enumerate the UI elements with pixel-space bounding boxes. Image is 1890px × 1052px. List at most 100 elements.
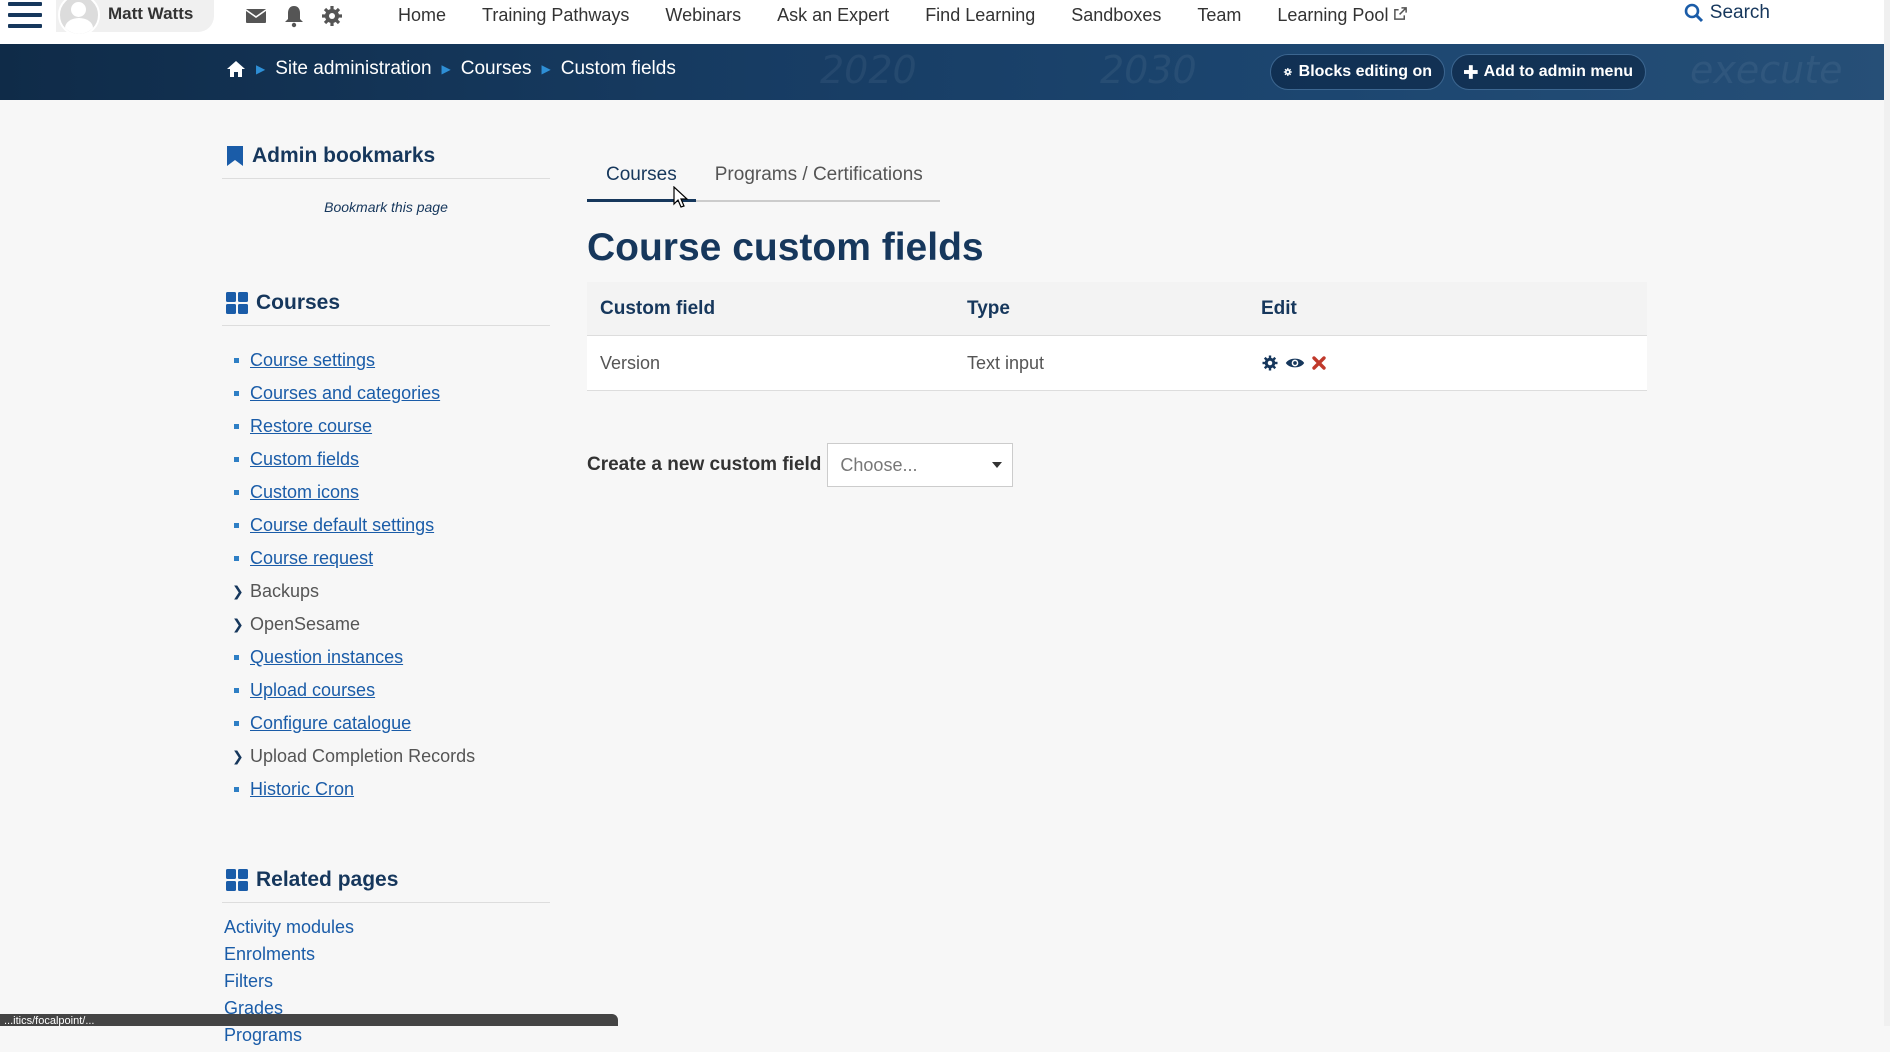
chevron-right-icon: ❯ [232, 616, 244, 632]
banner-decoration: 2030 [1100, 48, 1197, 92]
breadcrumb-separator-icon: ▶ [441, 62, 451, 76]
bullet-icon [234, 490, 239, 495]
sidebar-item-upload-courses[interactable]: Upload courses [250, 680, 375, 701]
sidebar-item-course-default-settings[interactable]: Course default settings [250, 515, 434, 536]
list-item: Custom icons [232, 476, 550, 509]
avatar[interactable] [58, 0, 100, 36]
bullet-icon [234, 556, 239, 561]
bullet-icon [234, 391, 239, 396]
column-header-type: Type [954, 282, 1248, 336]
nav-home[interactable]: Home [380, 0, 464, 30]
tab-bar: Courses Programs / Certifications [587, 150, 940, 202]
bullet-icon [234, 688, 239, 693]
home-icon[interactable] [226, 60, 246, 78]
list-item: Course request [232, 542, 550, 575]
breadcrumb-courses[interactable]: Courses [461, 58, 532, 80]
blocks-editing-button[interactable]: Blocks editing on [1270, 54, 1445, 90]
sidebar-item-backups[interactable]: ❯ Backups [232, 575, 550, 608]
settings-gear-icon[interactable] [1261, 354, 1279, 372]
sidebar-item-question-instances[interactable]: Question instances [250, 647, 403, 668]
create-custom-field-select[interactable]: Choose... [827, 443, 1014, 487]
external-link-icon [1394, 7, 1408, 20]
nav-training-pathways[interactable]: Training Pathways [464, 0, 647, 30]
list-item: Question instances [232, 641, 550, 674]
menu-icon[interactable] [8, 2, 42, 30]
sidebar-item-upload-completion-records[interactable]: ❯ Upload Completion Records [232, 740, 550, 773]
breadcrumb-site-administration[interactable]: Site administration [275, 58, 431, 80]
bullet-icon [234, 721, 239, 726]
courses-block-title: Courses [256, 291, 341, 314]
sidebar-item-course-request[interactable]: Course request [250, 548, 373, 569]
nav-team[interactable]: Team [1179, 0, 1259, 30]
banner-decoration: execute [1690, 48, 1843, 92]
sidebar-item-label: Upload Completion Records [250, 746, 476, 766]
gear-icon[interactable] [320, 4, 344, 28]
column-header-edit: Edit [1248, 282, 1647, 336]
bullet-icon [234, 523, 239, 528]
nav-find-learning[interactable]: Find Learning [907, 0, 1053, 30]
delete-icon[interactable] [1311, 355, 1327, 371]
mail-icon[interactable] [244, 4, 268, 28]
bullet-icon [234, 457, 239, 462]
top-navigation-bar: Matt Watts Home Training Pathways Webina… [0, 0, 1890, 45]
sidebar-item-label: OpenSesame [250, 614, 361, 634]
related-pages-heading: Related pages [222, 864, 550, 903]
search-button[interactable]: Search [1684, 2, 1770, 24]
admin-bookmarks-title: Admin bookmarks [252, 144, 436, 167]
status-bar: ...itics/focalpoint/... [0, 1014, 618, 1026]
bookmark-this-page-link[interactable]: Bookmark this page [222, 199, 550, 215]
breadcrumb-separator-icon: ▶ [256, 62, 266, 76]
custom-fields-table: Custom field Type Edit Version Text inpu… [587, 282, 1647, 391]
related-item-filters[interactable]: Filters [224, 971, 550, 998]
eye-icon[interactable] [1285, 355, 1305, 371]
bullet-icon [234, 358, 239, 363]
main-nav: Home Training Pathways Webinars Ask an E… [380, 0, 1426, 30]
cell-edit-actions [1248, 335, 1647, 391]
tab-programs-certifications[interactable]: Programs / Certifications [696, 150, 942, 200]
sidebar-item-course-settings[interactable]: Course settings [250, 350, 375, 371]
table-row: Version Text input [587, 335, 1647, 391]
user-name[interactable]: Matt Watts [108, 4, 193, 24]
add-to-admin-menu-button[interactable]: Add to admin menu [1451, 54, 1646, 90]
sidebar-item-custom-icons[interactable]: Custom icons [250, 482, 359, 503]
breadcrumb-separator-icon: ▶ [541, 62, 551, 76]
nav-learning-pool-label: Learning Pool [1277, 5, 1389, 25]
related-pages-title: Related pages [256, 868, 399, 891]
admin-bookmarks-heading: Admin bookmarks [222, 140, 550, 179]
page-title: Course custom fields [587, 226, 984, 269]
courses-menu: Course settings Courses and categories R… [222, 344, 550, 806]
plus-icon [1464, 65, 1478, 79]
search-label: Search [1709, 2, 1770, 23]
scrollbar[interactable] [1884, 0, 1890, 1026]
related-pages-list: Activity modules Enrolments Filters Grad… [222, 917, 550, 1052]
nav-sandboxes[interactable]: Sandboxes [1053, 0, 1179, 30]
select-value: Choose... [840, 454, 918, 475]
sidebar-item-custom-fields[interactable]: Custom fields [250, 449, 359, 470]
nav-ask-an-expert[interactable]: Ask an Expert [759, 0, 907, 30]
sidebar-item-restore-course[interactable]: Restore course [250, 416, 372, 437]
nav-learning-pool[interactable]: Learning Pool [1259, 0, 1426, 30]
mouse-cursor-icon [673, 186, 689, 208]
related-item-enrolments[interactable]: Enrolments [224, 944, 550, 971]
list-item: Courses and categories [232, 377, 550, 410]
main-content: Courses Programs / Certifications Course… [587, 150, 1647, 487]
breadcrumb-custom-fields[interactable]: Custom fields [561, 58, 676, 80]
header-banner: 2020 2030 execute ▶ Site administration … [0, 44, 1890, 100]
create-custom-field-row: Create a new custom field Choose... [587, 443, 1647, 487]
related-item-programs[interactable]: Programs [224, 1025, 550, 1052]
bullet-icon [234, 424, 239, 429]
sidebar-item-configure-catalogue[interactable]: Configure catalogue [250, 713, 411, 734]
status-text: ...itics/focalpoint/... [4, 1015, 95, 1026]
chevron-right-icon: ❯ [232, 748, 244, 764]
bell-icon[interactable] [282, 4, 306, 28]
sidebar-item-courses-and-categories[interactable]: Courses and categories [250, 383, 440, 404]
bullet-icon [234, 787, 239, 792]
sidebar-item-historic-cron[interactable]: Historic Cron [250, 779, 354, 800]
blocks-editing-label: Blocks editing on [1298, 63, 1432, 80]
related-item-activity-modules[interactable]: Activity modules [224, 917, 550, 944]
courses-block-heading: Courses [222, 287, 550, 326]
list-item: Custom fields [232, 443, 550, 476]
nav-webinars[interactable]: Webinars [647, 0, 759, 30]
sidebar-item-opensesame[interactable]: ❯ OpenSesame [232, 608, 550, 641]
user-menu[interactable]: Matt Watts [56, 0, 214, 36]
